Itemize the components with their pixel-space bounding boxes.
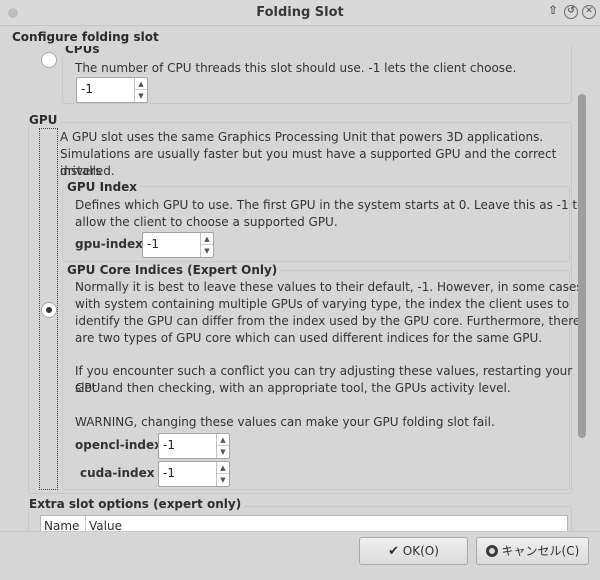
gpu-index-input[interactable] [147, 237, 197, 251]
cancel-button[interactable]: キャンセル(C) [476, 537, 589, 565]
gpu-index-desc-line: allow the client to choose a supported G… [75, 215, 338, 229]
gpu-desc-line: Simulations are usually faster but you m… [60, 147, 557, 178]
gpu-core-para1-line: Normally it is best to leave these value… [75, 280, 587, 294]
opencl-index-input[interactable] [163, 438, 213, 452]
spin-up-icon[interactable]: ▲ [201, 233, 213, 245]
opencl-index-spinbox[interactable]: ▲▼ [158, 433, 230, 459]
gpu-core-para1-line: with system containing multiple GPUs of … [75, 297, 570, 311]
column-header-name[interactable]: Name [44, 519, 79, 531]
scrollbar-thumb[interactable] [578, 94, 586, 438]
gpu-desc-line: installed. [60, 164, 115, 178]
close-icon[interactable]: ✕ [582, 5, 596, 19]
gpu-desc-line: A GPU slot uses the same Graphics Proces… [60, 130, 544, 144]
gpu-core-label: GPU Core Indices (Expert Only) [64, 263, 281, 277]
column-divider [85, 516, 86, 531]
gpu-core-warning: WARNING, changing these values can make … [75, 415, 495, 429]
gpu-radio[interactable] [41, 302, 57, 318]
ok-button-label: OK(O) [402, 544, 439, 558]
gpu-core-para2-line: slot and then checking, with an appropri… [75, 381, 511, 395]
pin-icon[interactable]: ⇧ [546, 4, 560, 19]
cpus-value-input[interactable] [81, 82, 131, 96]
extra-options-label: Extra slot options (expert only) [26, 497, 245, 511]
spin-down-icon[interactable]: ▼ [217, 474, 229, 486]
extra-options-table[interactable]: Name Value [40, 515, 568, 531]
gpu-core-para1-line: identify the GPU can differ from the ind… [75, 314, 581, 328]
window-title: Folding Slot [256, 5, 344, 20]
spin-up-icon[interactable]: ▲ [217, 434, 229, 446]
cancel-button-label: キャンセル(C) [501, 544, 580, 558]
spin-down-icon[interactable]: ▼ [135, 90, 147, 102]
opencl-index-label: opencl-index [75, 438, 162, 452]
gpu-index-desc-line: Defines which GPU to use. The first GPU … [75, 198, 585, 212]
column-header-value[interactable]: Value [89, 519, 122, 531]
spin-down-icon[interactable]: ▼ [201, 245, 213, 257]
cuda-index-input[interactable] [163, 466, 213, 480]
cuda-index-label: cuda-index [80, 466, 155, 480]
separator [0, 531, 600, 532]
dialog-heading: Configure folding slot [12, 30, 159, 44]
gpu-index-field-label: gpu-index [75, 237, 143, 251]
cpus-description: The number of CPU threads this slot shou… [75, 61, 517, 75]
vertical-scrollbar[interactable] [578, 48, 586, 528]
gpu-label: GPU [26, 113, 61, 127]
spin-up-icon[interactable]: ▲ [135, 78, 147, 90]
cpus-label: CPUs [62, 46, 103, 56]
gpu-index-spinbox[interactable]: ▲▼ [142, 232, 214, 258]
cpus-radio[interactable] [41, 52, 57, 68]
gpu-core-para1-line: are two types of GPU core which can used… [75, 331, 543, 345]
check-icon: ✔ [388, 544, 399, 559]
title-bar: Folding Slot ⇧ ↺ ✕ [0, 0, 600, 26]
cuda-index-spinbox[interactable]: ▲▼ [158, 461, 230, 487]
gpu-index-label: GPU Index [64, 180, 141, 194]
cpus-spinbox[interactable]: ▲▼ [76, 77, 148, 103]
spin-up-icon[interactable]: ▲ [217, 462, 229, 474]
spin-down-icon[interactable]: ▼ [217, 446, 229, 458]
options-scroll-area[interactable]: CPUs The number of CPU threads this slot… [22, 46, 590, 531]
restore-icon[interactable]: ↺ [564, 5, 578, 19]
ok-button[interactable]: ✔ OK(O) [359, 537, 468, 565]
cancel-icon [485, 545, 498, 557]
